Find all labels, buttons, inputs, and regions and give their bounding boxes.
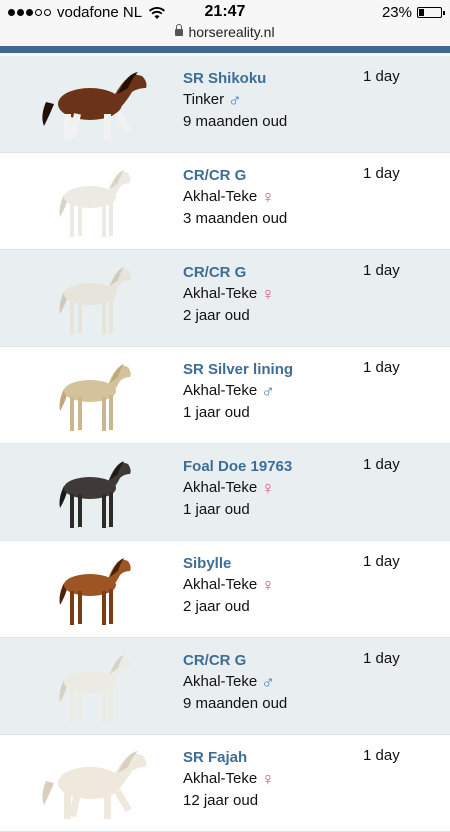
battery-percent: 23% [381,4,412,21]
time-remaining: 1 day [363,68,400,85]
horse-breed: Akhal-Teke [183,770,258,787]
horse-name-link[interactable]: CR/CR G [183,165,287,186]
lock-icon [175,24,184,36]
horse-row[interactable]: CR/CR G Akhal-Teke ♀ 3 maanden oud 1 day [0,153,450,250]
horse-breed-line: Akhal-Teke ♂ [183,671,287,693]
horse-row[interactable]: CR/CR G Akhal-Teke ♂ 9 maanden oud 1 day [0,638,450,735]
battery-area: 23% [381,4,445,21]
time-remaining: 1 day [363,262,400,279]
horse-breed-line: Akhal-Teke ♀ [183,186,287,208]
horse-image[interactable] [38,646,158,728]
horse-breed-line: Akhal-Teke ♀ [183,768,275,790]
horse-image[interactable] [38,355,158,437]
horse-breed: Akhal-Teke [183,382,258,399]
horse-info: Sibylle Akhal-Teke ♀ 2 jaar oud [183,553,275,618]
horse-info: SR Silver lining Akhal-Teke ♂ 1 jaar oud [183,359,293,424]
horse-breed: Tinker [183,91,225,108]
horse-breed: Akhal-Teke [183,188,258,205]
time-remaining: 1 day [363,553,400,570]
time-remaining: 1 day [363,747,400,764]
horse-age: 1 jaar oud [183,404,250,421]
horse-age: 9 maanden oud [183,695,288,712]
male-icon: ♂ [228,90,242,110]
horse-image[interactable] [38,64,158,146]
male-icon: ♂ [261,672,275,692]
time-remaining: 1 day [363,359,400,376]
horse-image[interactable] [38,549,158,631]
horse-name-link[interactable]: SR Fajah [183,747,275,768]
female-icon: ♀ [261,284,275,304]
horse-breed-line: Akhal-Teke ♀ [183,283,275,305]
horse-row[interactable]: Sibylle Akhal-Teke ♀ 2 jaar oud 1 day [0,541,450,638]
female-icon: ♀ [261,187,275,207]
horse-image[interactable] [38,743,158,825]
horse-age: 9 maanden oud [183,113,288,130]
time-remaining: 1 day [363,456,400,473]
horse-age: 2 jaar oud [183,598,250,615]
female-icon: ♀ [261,769,275,789]
horse-info: CR/CR G Akhal-Teke ♂ 9 maanden oud [183,650,287,715]
horse-name-link[interactable]: Foal Doe 19763 [183,456,292,477]
horse-info: SR Fajah Akhal-Teke ♀ 12 jaar oud [183,747,275,812]
time-remaining: 1 day [363,165,400,182]
url-domain: horsereality.nl [188,24,275,40]
battery-icon [417,7,445,18]
horse-name-link[interactable]: CR/CR G [183,650,287,671]
horse-info: Foal Doe 19763 Akhal-Teke ♀ 1 jaar oud [183,456,292,521]
horse-age: 3 maanden oud [183,210,288,227]
horse-breed: Akhal-Teke [183,285,258,302]
horse-image[interactable] [38,258,158,340]
horse-image[interactable] [38,452,158,534]
status-bar: vodafone NL 21:47 23% [0,0,450,24]
horse-image[interactable] [38,161,158,243]
horse-row[interactable]: Foal Doe 19763 Akhal-Teke ♀ 1 jaar oud 1 day [0,444,450,541]
horse-info: SR Shikoku Tinker ♂ 9 maanden oud [183,68,287,133]
horse-breed-line: Tinker ♂ [183,89,287,111]
page-header-strip [0,44,450,56]
horse-info: CR/CR G Akhal-Teke ♀ 3 maanden oud [183,165,287,230]
horse-name-link[interactable]: SR Silver lining [183,359,293,380]
time-remaining: 1 day [363,650,400,667]
female-icon: ♀ [261,478,275,498]
horse-list: SR Shikoku Tinker ♂ 9 maanden oud 1 day CR/CR… [0,56,450,832]
female-icon: ♀ [261,575,275,595]
horse-age: 12 jaar oud [183,792,259,809]
horse-info: CR/CR G Akhal-Teke ♀ 2 jaar oud [183,262,275,327]
horse-breed-line: Akhal-Teke ♂ [183,380,293,402]
horse-name-link[interactable]: SR Shikoku [183,68,287,89]
horse-name-link[interactable]: Sibylle [183,553,275,574]
horse-age: 1 jaar oud [183,501,250,518]
horse-breed-line: Akhal-Teke ♀ [183,477,292,499]
horse-row[interactable]: SR Shikoku Tinker ♂ 9 maanden oud 1 day [0,56,450,153]
horse-row[interactable]: CR/CR G Akhal-Teke ♀ 2 jaar oud 1 day [0,250,450,347]
male-icon: ♂ [261,381,275,401]
horse-breed: Akhal-Teke [183,673,258,690]
horse-age: 2 jaar oud [183,307,250,324]
horse-row[interactable]: SR Fajah Akhal-Teke ♀ 12 jaar oud 1 day [0,735,450,832]
url-bar[interactable]: horsereality.nl [0,24,450,44]
horse-row[interactable]: SR Silver lining Akhal-Teke ♂ 1 jaar oud 1 d… [0,347,450,444]
horse-breed-line: Akhal-Teke ♀ [183,574,275,596]
horse-breed: Akhal-Teke [183,576,258,593]
horse-name-link[interactable]: CR/CR G [183,262,275,283]
horse-breed: Akhal-Teke [183,479,258,496]
